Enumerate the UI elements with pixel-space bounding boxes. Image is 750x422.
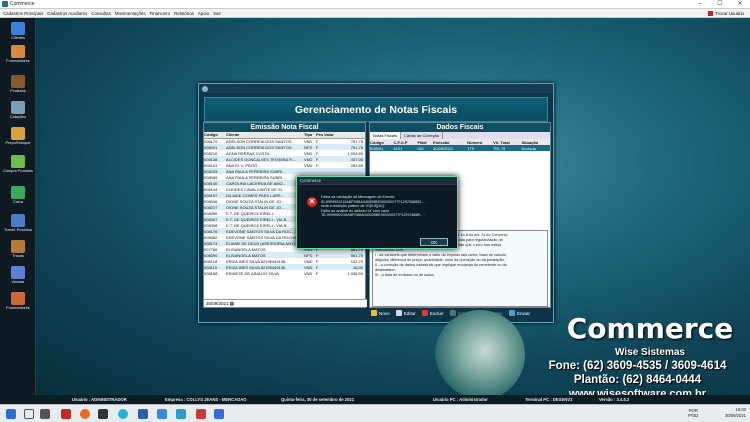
keyboard-layout[interactable]: POR PTB2 xyxy=(688,408,698,418)
date-value: 30/09/2021 xyxy=(206,301,229,306)
brand-name: Commerce xyxy=(566,312,734,345)
taskbar: POR PTB2 16:00 30/09/2021 xyxy=(0,404,750,422)
sales-icon xyxy=(11,266,25,279)
switch-user-icon xyxy=(708,10,714,16)
window-menu-icon[interactable] xyxy=(202,85,208,92)
exchange-icon xyxy=(11,240,25,253)
sidebar-item-produtos[interactable]: Produtos xyxy=(2,75,34,93)
status-version: Versão : 3.4.5.2 xyxy=(599,397,630,402)
sidebar-item-caixa[interactable]: Caixa xyxy=(2,186,34,204)
menu-item-movimentacoes[interactable]: Movimentações xyxy=(115,11,146,16)
error-message: Falha na validação da Mensagem do Evento… xyxy=(321,195,426,218)
task-view-icon[interactable] xyxy=(40,409,50,419)
table-row[interactable]: 008091 6101 001 30/09/2021 179 751,75 En… xyxy=(370,145,550,151)
edge-icon[interactable] xyxy=(118,409,128,419)
window-title: Commerce xyxy=(10,1,35,7)
app-icon[interactable] xyxy=(196,409,206,419)
sidebar-item-preco-estoque[interactable]: Preço/Estoque xyxy=(2,127,34,145)
fiscal-table: Código C.F.O.P Filial Emissão Número Vlr… xyxy=(370,139,550,151)
sidebar-item-trocas[interactable]: Trocas xyxy=(2,240,34,258)
sidebar-item-transf-produtos[interactable]: Transf. Produtos xyxy=(2,214,34,232)
send-icon xyxy=(508,310,515,316)
date-field[interactable]: 30/09/2021 ▦ xyxy=(204,299,367,307)
status-pc-user: Usuário PC : Administrador xyxy=(433,397,488,402)
ok-button[interactable]: OK xyxy=(420,238,448,246)
minimize-icon[interactable]: – xyxy=(690,0,710,9)
fiscal-tabs: Notas Fiscais Cartas de Correção xyxy=(370,132,550,139)
nf-window-titlebar xyxy=(199,84,553,93)
products-icon xyxy=(11,75,25,88)
menu-item-consultas[interactable]: Consultas xyxy=(91,11,111,16)
app-rx-icon[interactable] xyxy=(61,409,71,419)
brand-plantao: Plantão: (62) 8464-0444 xyxy=(573,374,702,386)
app-icon xyxy=(2,1,8,7)
firefox-icon[interactable] xyxy=(80,409,90,419)
status-terminal: Terminal PC : DESENV2 xyxy=(525,397,573,402)
app-icon[interactable] xyxy=(157,409,167,419)
col-pes[interactable]: Pes xyxy=(316,132,324,139)
error-dialog: Commerce ✕ Falha na validação da Mensage… xyxy=(296,176,458,249)
clients-icon xyxy=(11,22,25,35)
switch-user-link[interactable]: Trocar Usuário xyxy=(708,10,744,16)
delete-icon xyxy=(421,310,428,316)
sidebar-item-cotacoes[interactable]: Cotações xyxy=(2,101,34,119)
menu-bar: Cadastros Principais Cadastros Auxiliare… xyxy=(0,9,750,18)
menu-item-cadastros-auxiliares[interactable]: Cadastros Auxiliares xyxy=(47,11,87,16)
price-stock-icon xyxy=(11,127,25,140)
sidebar: Clientes Fornecedores Produtos Cotações … xyxy=(0,18,36,395)
sidebar-item-fornecedores[interactable]: Fornecedores xyxy=(2,45,34,63)
status-company: Empresa : COLLYS JEANS - MERCADAO xyxy=(165,397,247,402)
edit-button[interactable]: Editar xyxy=(394,310,418,316)
status-user: Usuário : ADMINISTRADOR xyxy=(72,397,127,402)
nf-window-title: Gerenciamento de Notas Fiscais xyxy=(204,97,548,122)
fiscal-panel-title: Dados Fiscais xyxy=(370,123,550,132)
app-icon[interactable] xyxy=(98,409,108,419)
sidebar-item-fornecedores-2[interactable]: Fornecedores xyxy=(2,292,34,310)
switch-user-label: Trocar Usuário xyxy=(715,10,744,16)
app-icon[interactable] xyxy=(214,409,224,419)
edit-icon xyxy=(395,310,402,316)
start-icon[interactable] xyxy=(6,409,16,419)
menu-item-sair[interactable]: Sair xyxy=(213,11,221,16)
sidebar-item-compra-produtos[interactable]: Compra Produtos xyxy=(2,155,34,173)
cashier-icon xyxy=(11,186,25,199)
menu-item-cadastros-principais[interactable]: Cadastros Principais xyxy=(3,11,43,16)
clock[interactable]: 16:00 30/09/2021 xyxy=(725,407,746,419)
new-button[interactable]: Novo xyxy=(369,310,392,316)
menu-item-financeiro[interactable]: Financeiro xyxy=(150,11,171,16)
sidebar-item-clientes[interactable]: Clientes xyxy=(2,22,34,40)
table-row[interactable]: 008168 ERINETE DE ARAUJO SILVA VND F 1.936,5… xyxy=(204,270,365,276)
status-date: Quinta-feira, 30 de setembro de 2021 xyxy=(281,397,355,402)
purchase-icon xyxy=(11,155,25,168)
status-bar: Usuário : ADMINISTRADOR Empresa : COLLYS… xyxy=(0,395,750,404)
tab-notas-fiscais[interactable]: Notas Fiscais xyxy=(370,132,402,139)
window-titlebar: Commerce – ☐ ✕ xyxy=(0,0,750,9)
maximize-icon[interactable]: ☐ xyxy=(710,0,730,9)
menu-item-relatorios[interactable]: Relatórios xyxy=(174,11,194,16)
brand-phone: Fone: (62) 3609-4535 / 3609-4614 xyxy=(548,360,727,372)
error-icon: ✕ xyxy=(307,197,317,207)
app-icon[interactable] xyxy=(176,409,186,419)
save-icon xyxy=(449,310,456,316)
suppliers-icon xyxy=(11,45,25,58)
brand-subtitle: Wise Sistemas xyxy=(615,347,685,358)
emission-panel-title: Emissão Nota Fiscal xyxy=(204,123,365,132)
calendar-icon[interactable]: ▦ xyxy=(230,301,234,306)
close-icon[interactable]: ✕ xyxy=(730,0,750,9)
transfer-icon xyxy=(11,214,25,227)
tab-cartas-correcao[interactable]: Cartas de Correção xyxy=(401,132,443,139)
vendors-icon xyxy=(11,292,25,305)
quotes-icon xyxy=(11,101,25,114)
app-icon[interactable] xyxy=(138,409,148,419)
menu-item-apoio[interactable]: Apoio xyxy=(198,11,209,16)
delete-button[interactable]: Excluir xyxy=(420,310,446,316)
commerce-logo-icon xyxy=(435,310,525,400)
sidebar-item-vendas[interactable]: Vendas xyxy=(2,266,34,284)
new-icon xyxy=(371,310,377,316)
search-icon[interactable] xyxy=(24,409,34,419)
error-dialog-title: Commerce xyxy=(297,177,457,185)
brand-block: Commerce Wise Sistemas Fone: (62) 3609-4… xyxy=(435,310,750,402)
